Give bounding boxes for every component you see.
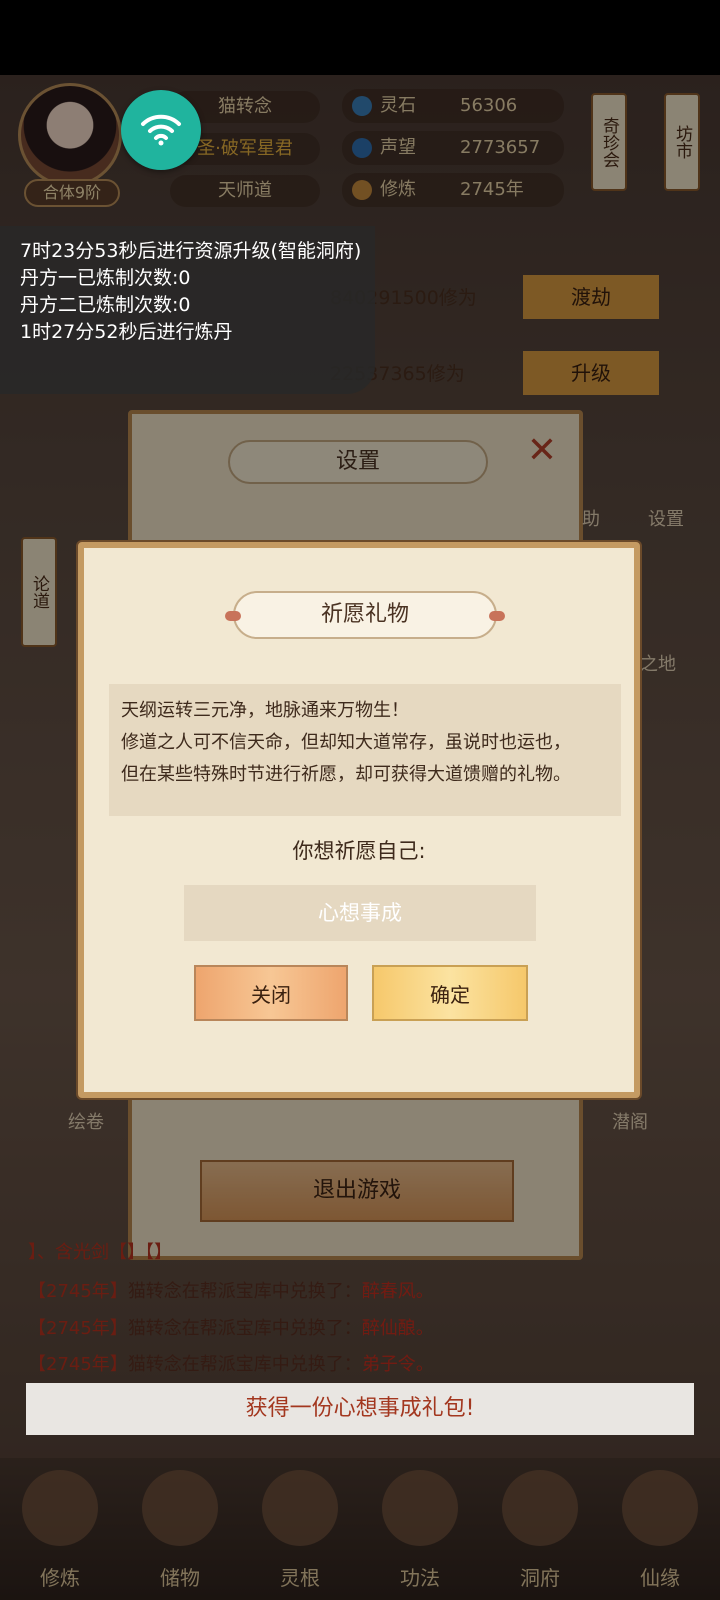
dialog-description: 天纲运转三元净，地脉通来万物生！ 修道之人可不信天命，但却知大道常存，虽说时也运… xyxy=(109,684,621,816)
status-bar xyxy=(0,0,720,75)
notice-line: 1时27分52秒后进行炼丹 xyxy=(20,321,233,343)
dialog-title: 祈愿礼物 xyxy=(225,591,505,639)
wifi-icon xyxy=(141,114,181,146)
description-line: 但在某些特殊时节进行祈愿，却可获得大道馈赠的礼物。 xyxy=(121,764,571,785)
confirm-button[interactable]: 确定 xyxy=(372,965,528,1021)
close-button[interactable]: 关闭 xyxy=(194,965,348,1021)
wish-gift-dialog: 祈愿礼物 天纲运转三元净，地脉通来万物生！ 修道之人可不信天命，但却知大道常存，… xyxy=(78,542,640,1098)
reward-toast: 获得一份心想事成礼包! xyxy=(26,1383,694,1435)
notice-line: 7时23分53秒后进行资源升级(智能洞府) xyxy=(20,240,362,262)
wish-prompt: 你想祈愿自己: xyxy=(292,839,426,863)
automation-notice: 7时23分53秒后进行资源升级(智能洞府) 丹方一已炼制次数:0 丹方二已炼制次… xyxy=(0,226,375,394)
notice-line: 丹方二已炼制次数:0 xyxy=(20,294,191,316)
floating-wifi-button[interactable] xyxy=(121,90,201,170)
wish-input[interactable]: 心想事成 xyxy=(184,885,536,941)
notice-line: 丹方一已炼制次数:0 xyxy=(20,267,191,289)
description-line: 修道之人可不信天命，但却知大道常存，虽说时也运也， xyxy=(121,732,571,753)
description-line: 天纲运转三元净，地脉通来万物生！ xyxy=(121,700,409,721)
